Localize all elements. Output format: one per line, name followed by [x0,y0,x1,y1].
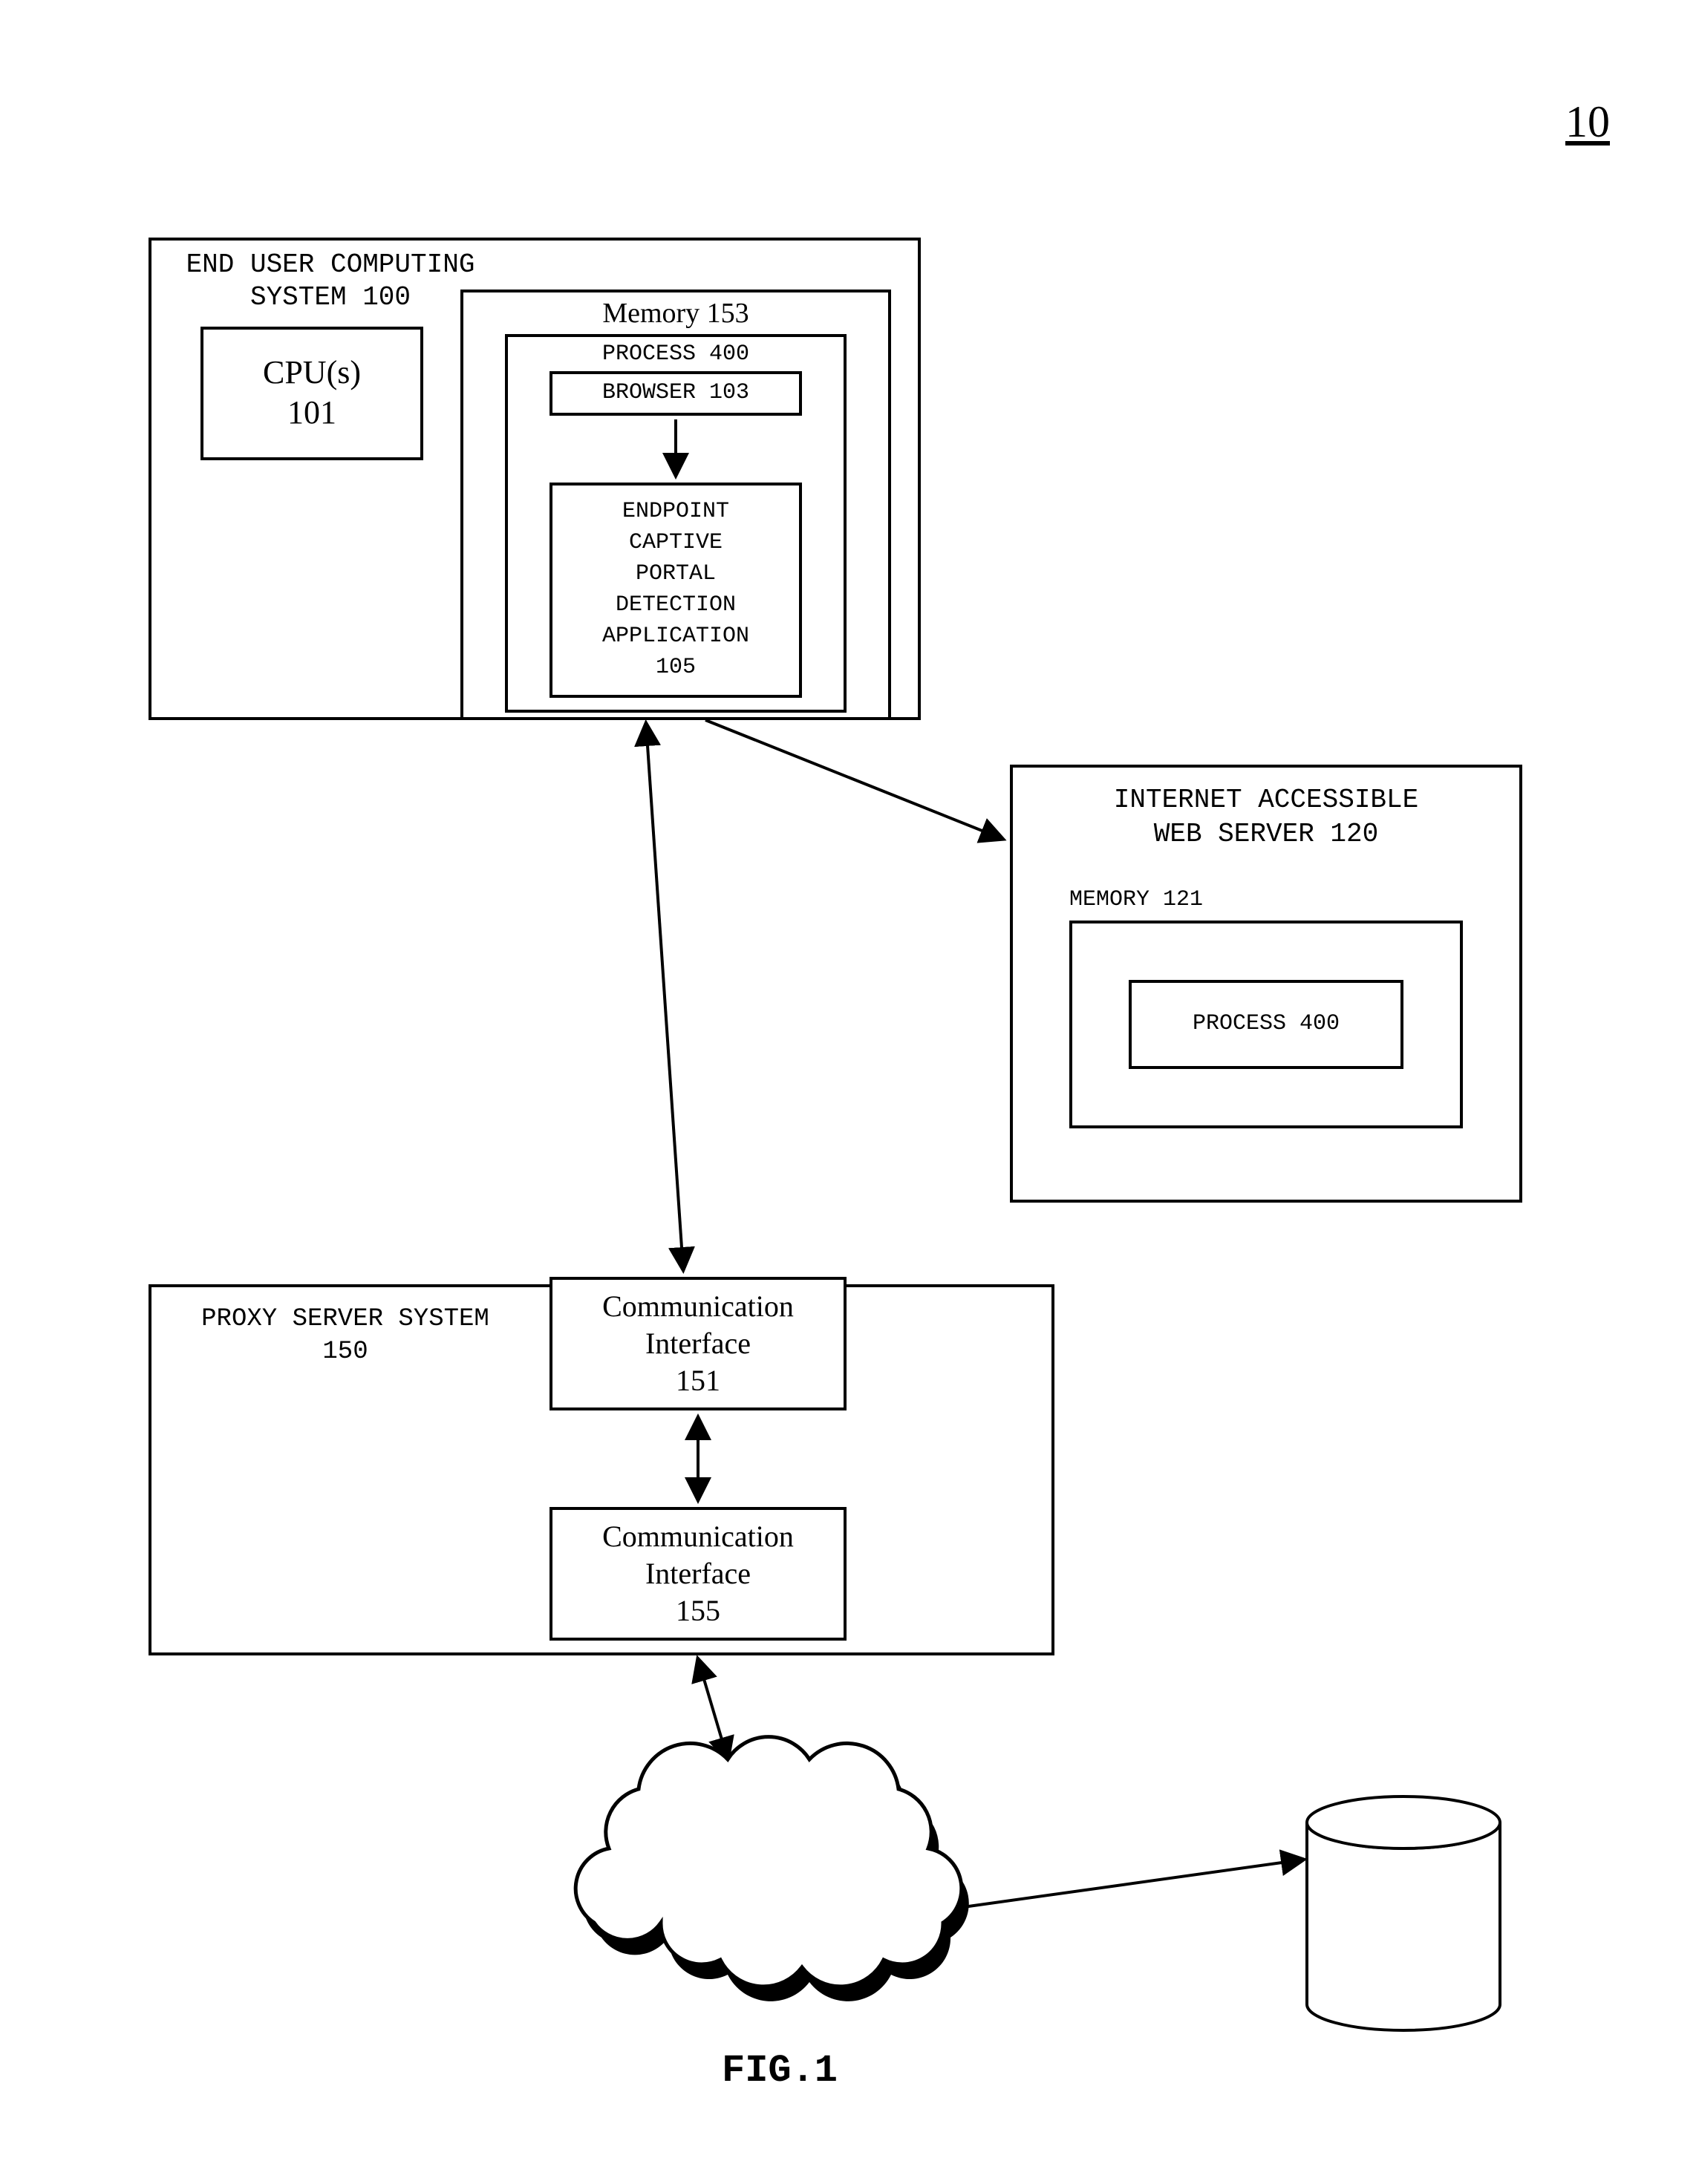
app-l5: APPLICATION [602,624,749,649]
arrow-app-to-webserver [705,720,1002,839]
end-user-title-line1: END USER COMPUTING [186,249,475,280]
arrow-ci155-to-cloud [698,1659,728,1759]
figure-caption: FIG.1 [668,2049,891,2093]
ci155-l3: 155 [676,1594,720,1627]
ci155-l1: Communication [602,1520,794,1553]
db-text: REQUESTED WEBPAGE 171 [1307,1897,1500,1986]
arrow-cloud-to-db [958,1860,1303,1908]
browser-label: BROWSER 103 [550,380,802,405]
process-400-label: PROCESS 400 [505,341,847,367]
web-server-title: INTERNET ACCESSIBLE WEB SERVER 120 [1010,783,1522,851]
proxy-t2: 150 [322,1338,368,1366]
cloud-label: Cloud 160 [653,1841,861,1879]
ci151-l1: Communication [602,1289,794,1323]
app-l6: 105 [656,655,696,680]
ci155-l2: Interface [645,1557,751,1590]
figure-number: 10 [1565,97,1610,148]
ws-t2: WEB SERVER 120 [1154,819,1378,849]
cpu-label: CPU(s) 101 [200,353,423,433]
end-user-title: END USER COMPUTING SYSTEM 100 [171,249,490,314]
ci151-l3: 151 [676,1364,720,1397]
db-l1: REQUESTED [1347,1900,1459,1923]
db-num: 170 [1307,1837,1500,1873]
app-l2: CAPTIVE [629,530,723,555]
app-l4: DETECTION [616,592,736,618]
cpu-line1: CPU(s) [263,354,361,390]
db-l3: 171 [1385,1959,1422,1982]
endpoint-app-label: ENDPOINT CAPTIVE PORTAL DETECTION APPLIC… [550,496,802,683]
comm-interface-151-label: Communication Interface 151 [550,1288,847,1399]
app-l1: ENDPOINT [622,499,729,524]
arrow-app-to-ci151 [646,724,683,1269]
ci151-l2: Interface [645,1327,751,1360]
proxy-t1: PROXY SERVER SYSTEM [201,1305,489,1333]
diagram-page: { "figure_number": "10", "figure_caption… [0,0,1699,2184]
cpu-line2: 101 [287,394,336,431]
app-l3: PORTAL [636,561,716,586]
memory-153-label: Memory 153 [460,297,891,330]
end-user-title-line2: SYSTEM 100 [250,282,411,313]
ws-process-label: PROCESS 400 [1129,1011,1403,1036]
proxy-title: PROXY SERVER SYSTEM 150 [171,1303,520,1368]
comm-interface-155-label: Communication Interface 155 [550,1518,847,1629]
ws-t1: INTERNET ACCESSIBLE [1114,785,1418,815]
web-server-memory-label: MEMORY 121 [1069,887,1262,912]
db-l2: WEBPAGE [1360,1929,1447,1952]
